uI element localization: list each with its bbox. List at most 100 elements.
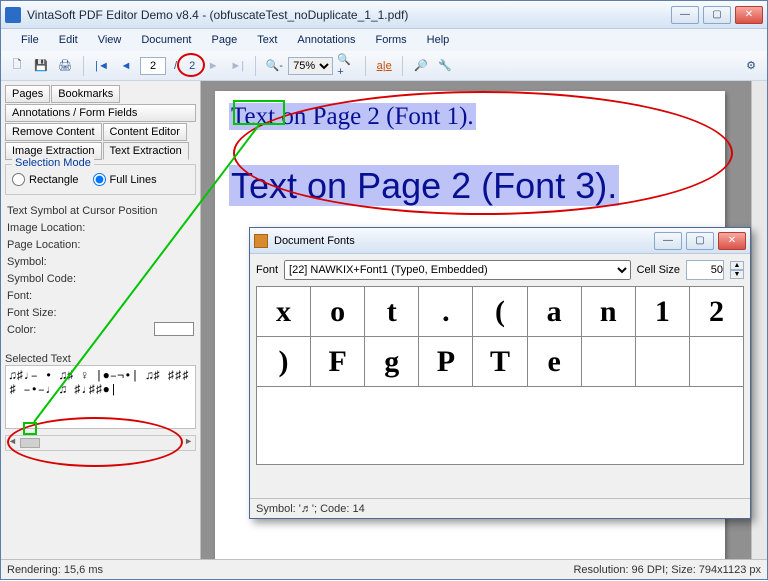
glyph-cell[interactable]: ) bbox=[257, 337, 311, 387]
titlebar: VintaSoft PDF Editor Demo v8.4 - (obfusc… bbox=[1, 1, 767, 29]
page-total: 2 bbox=[185, 60, 199, 72]
side-panel: Pages Bookmarks Annotations / Form Field… bbox=[1, 81, 201, 559]
dialog-titlebar: Document Fonts — ▢ ✕ bbox=[250, 228, 750, 254]
selection-mode-title: Selection Mode bbox=[12, 157, 94, 169]
glyph-table-empty-area bbox=[256, 387, 744, 465]
page-number-input[interactable] bbox=[140, 57, 166, 75]
first-page-icon[interactable]: |◄ bbox=[92, 56, 112, 76]
glyph-cell[interactable]: g bbox=[365, 337, 419, 387]
menu-view[interactable]: View bbox=[88, 32, 132, 48]
page-separator: / bbox=[170, 60, 181, 72]
glyph-cell[interactable]: e bbox=[527, 337, 581, 387]
search-icon[interactable]: 🔎 bbox=[411, 56, 431, 76]
menubar: File Edit View Document Page Text Annota… bbox=[1, 29, 767, 51]
selected-text-scrollbar[interactable] bbox=[5, 435, 196, 451]
zoom-out-icon[interactable]: 🔍- bbox=[264, 56, 284, 76]
status-left: Rendering: 15,6 ms bbox=[7, 564, 103, 576]
menu-file[interactable]: File bbox=[11, 32, 49, 48]
window-controls: — ▢ ✕ bbox=[667, 6, 763, 24]
menu-edit[interactable]: Edit bbox=[49, 32, 88, 48]
status-right: Resolution: 96 DPI; Size: 794x1123 px bbox=[573, 564, 761, 576]
close-button[interactable]: ✕ bbox=[735, 6, 763, 24]
text-tool-icon[interactable]: a|e bbox=[374, 56, 394, 76]
save-icon[interactable]: 💾 bbox=[31, 56, 51, 76]
color-swatch bbox=[154, 322, 194, 336]
settings-icon[interactable]: ⚙ bbox=[741, 56, 761, 76]
dialog-status: Symbol: '♬'; Code: 14 bbox=[250, 498, 750, 518]
selection-mode-group: Selection Mode Rectangle Full Lines bbox=[5, 164, 196, 195]
vertical-scrollbar[interactable] bbox=[751, 81, 767, 559]
menu-forms[interactable]: Forms bbox=[366, 32, 417, 48]
last-page-icon[interactable]: ►| bbox=[227, 56, 247, 76]
symbol-label: Symbol: bbox=[7, 254, 47, 271]
tab-pages[interactable]: Pages bbox=[5, 85, 50, 103]
dialog-icon bbox=[254, 234, 268, 248]
tab-text-extraction[interactable]: Text Extraction bbox=[103, 142, 189, 160]
cursor-info-title: Text Symbol at Cursor Position bbox=[7, 203, 157, 220]
minimize-button[interactable]: — bbox=[671, 6, 699, 24]
app-icon bbox=[5, 7, 21, 23]
glyph-cell[interactable]: a bbox=[527, 287, 581, 337]
toolbar: 🗋 💾 🖨 |◄ ◄ / 2 ► ►| 🔍- 75% 🔍+ a|e 🔎 🔧 ⚙ bbox=[1, 51, 767, 81]
menu-page[interactable]: Page bbox=[202, 32, 248, 48]
glyph-cell[interactable] bbox=[635, 337, 689, 387]
maximize-button[interactable]: ▢ bbox=[703, 6, 731, 24]
tab-remove-content[interactable]: Remove Content bbox=[5, 123, 102, 141]
glyph-cell[interactable]: ( bbox=[473, 287, 527, 337]
cursor-info-group: Text Symbol at Cursor Position Image Loc… bbox=[5, 201, 196, 341]
dialog-close-button[interactable]: ✕ bbox=[718, 232, 746, 250]
tools-icon[interactable]: 🔧 bbox=[435, 56, 455, 76]
glyph-cell[interactable]: n bbox=[581, 287, 635, 337]
tab-bookmarks[interactable]: Bookmarks bbox=[51, 85, 120, 103]
page-text-line-1[interactable]: Text on Page 2 (Font 1). bbox=[229, 103, 476, 130]
zoom-in-icon[interactable]: 🔍+ bbox=[337, 56, 357, 76]
menu-help[interactable]: Help bbox=[417, 32, 460, 48]
glyph-cell[interactable]: 1 bbox=[635, 287, 689, 337]
menu-document[interactable]: Document bbox=[131, 32, 201, 48]
dialog-minimize-button[interactable]: — bbox=[654, 232, 682, 250]
menu-text[interactable]: Text bbox=[247, 32, 287, 48]
dialog-maximize-button[interactable]: ▢ bbox=[686, 232, 714, 250]
page-text-line-2[interactable]: Text on Page 2 (Font 3). bbox=[229, 165, 619, 206]
side-tabs: Pages Bookmarks Annotations / Form Field… bbox=[5, 85, 196, 160]
glyph-cell[interactable]: 2 bbox=[689, 287, 743, 337]
glyph-cell[interactable]: t bbox=[365, 287, 419, 337]
glyph-cell[interactable]: o bbox=[311, 287, 365, 337]
zoom-select[interactable]: 75% bbox=[288, 57, 333, 75]
glyph-cell[interactable]: T bbox=[473, 337, 527, 387]
tab-content-editor[interactable]: Content Editor bbox=[103, 123, 187, 141]
cell-size-up-button[interactable]: ▲ bbox=[730, 261, 744, 270]
glyph-cell[interactable]: x bbox=[257, 287, 311, 337]
glyph-cell[interactable]: . bbox=[419, 287, 473, 337]
next-page-icon[interactable]: ► bbox=[203, 56, 223, 76]
image-location-label: Image Location: bbox=[7, 220, 85, 237]
cell-size-down-button[interactable]: ▼ bbox=[730, 270, 744, 279]
glyph-cell[interactable]: F bbox=[311, 337, 365, 387]
dialog-font-label: Font bbox=[256, 264, 278, 276]
color-label: Color: bbox=[7, 322, 36, 339]
tab-annotations[interactable]: Annotations / Form Fields bbox=[5, 104, 196, 122]
dialog-cell-size-label: Cell Size bbox=[637, 264, 680, 276]
font-size-label: Font Size: bbox=[7, 305, 57, 322]
selected-text-title: Selected Text bbox=[5, 353, 196, 365]
window-title: VintaSoft PDF Editor Demo v8.4 - (obfusc… bbox=[27, 8, 667, 22]
statusbar: Rendering: 15,6 ms Resolution: 96 DPI; S… bbox=[1, 559, 767, 579]
page-location-label: Page Location: bbox=[7, 237, 80, 254]
glyph-table[interactable]: x o t . ( a n 1 2 ) F g P T e bbox=[256, 286, 744, 387]
dialog-cell-size-input[interactable] bbox=[686, 260, 724, 280]
dialog-font-select[interactable]: [22] NAWKIX+Font1 (Type0, Embedded) bbox=[284, 260, 631, 280]
selected-text-box[interactable]: ♫♯♩– • ♫♯ ♀ |●–¬•| ♫♯ ♯♯♯ ♯ –•–♩ ♫ ♯♩♯♯●… bbox=[5, 365, 196, 429]
glyph-cell[interactable] bbox=[689, 337, 743, 387]
prev-page-icon[interactable]: ◄ bbox=[116, 56, 136, 76]
font-label: Font: bbox=[7, 288, 32, 305]
menu-annotations[interactable]: Annotations bbox=[287, 32, 365, 48]
radio-rectangle[interactable]: Rectangle bbox=[12, 173, 79, 186]
new-icon[interactable]: 🗋 bbox=[7, 56, 27, 76]
document-fonts-dialog: Document Fonts — ▢ ✕ Font [22] NAWKIX+Fo… bbox=[249, 227, 751, 519]
print-icon[interactable]: 🖨 bbox=[55, 56, 75, 76]
glyph-cell[interactable] bbox=[581, 337, 635, 387]
radio-full-lines[interactable]: Full Lines bbox=[93, 173, 157, 186]
dialog-title: Document Fonts bbox=[274, 235, 650, 247]
symbol-code-label: Symbol Code: bbox=[7, 271, 76, 288]
glyph-cell[interactable]: P bbox=[419, 337, 473, 387]
